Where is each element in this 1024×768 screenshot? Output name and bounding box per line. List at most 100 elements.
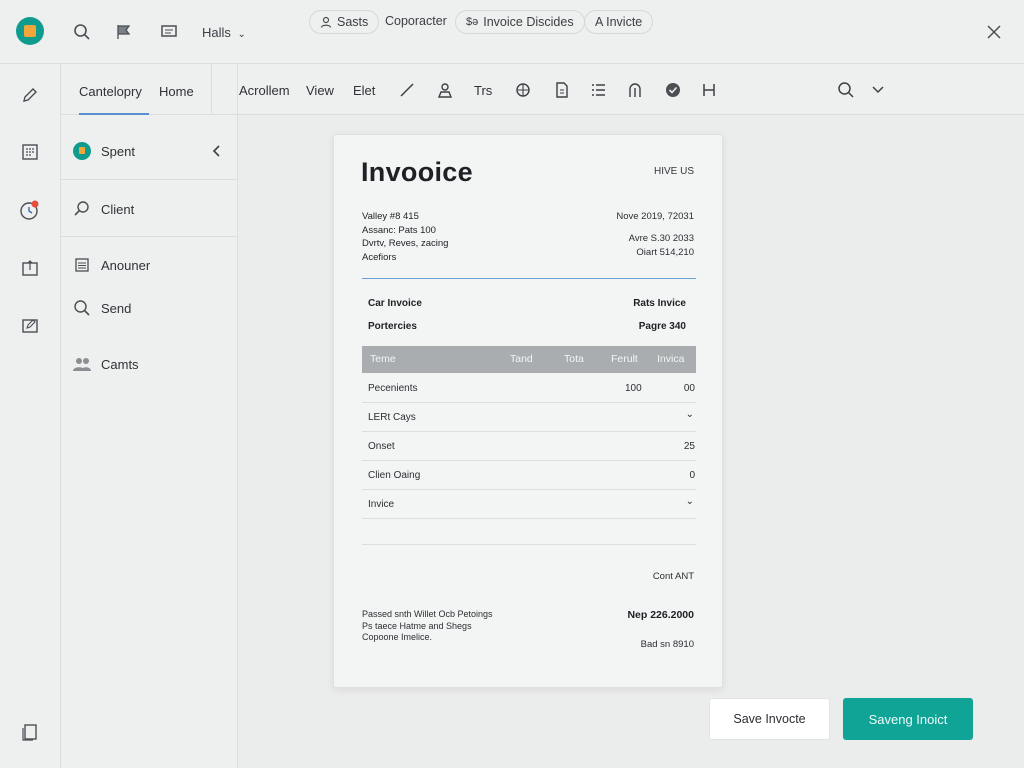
sidebar-item-camts[interactable]: Camts bbox=[61, 350, 238, 378]
table-row[interactable]: Clien Oaing 0 bbox=[362, 461, 696, 490]
cell-name: Pecenients bbox=[368, 383, 418, 394]
toolbar-trs[interactable]: Trs bbox=[474, 83, 492, 98]
address-line: Assanc: Pats 100 bbox=[362, 224, 436, 236]
sidebar-item-label: Spent bbox=[101, 143, 135, 159]
cell-value: 00 bbox=[683, 383, 695, 394]
footer-amount: Bad sn 8910 bbox=[640, 639, 694, 650]
search-icon bbox=[72, 298, 92, 318]
meta-line: Oiart 514,210 bbox=[636, 247, 694, 258]
sidebar-item-label: Anouner bbox=[101, 257, 151, 273]
sidebar-item-anouner[interactable]: Anouner bbox=[61, 251, 238, 279]
cell-name: Onset bbox=[368, 441, 395, 452]
chevron-down-icon[interactable] bbox=[868, 80, 888, 100]
footer-date: Nep 226.2000 bbox=[627, 609, 694, 621]
halls-label: Halls bbox=[202, 25, 231, 40]
table-row[interactable]: Onset 25 bbox=[362, 432, 696, 461]
chevron-down-icon[interactable]: ⌄ bbox=[686, 409, 694, 420]
sidebar-item-label: Send bbox=[101, 300, 132, 316]
column-header: Invica bbox=[657, 353, 685, 365]
save-invoice-button[interactable]: Save Invocte bbox=[709, 698, 830, 740]
app-logo[interactable] bbox=[16, 17, 44, 45]
arch-icon[interactable] bbox=[625, 80, 645, 100]
clock-notification-icon[interactable] bbox=[19, 199, 41, 221]
cont-label: Cont ANT bbox=[652, 571, 694, 582]
flag-icon[interactable] bbox=[114, 22, 134, 42]
icon-rail bbox=[0, 64, 61, 768]
pencil-icon[interactable] bbox=[19, 84, 41, 106]
invoice-row-a: Car Invoice Rats Invice bbox=[368, 298, 686, 309]
column-header: Tota bbox=[564, 353, 584, 365]
footer-line: Passed snth Willet Ocb Petoings bbox=[362, 609, 493, 619]
table-row[interactable]: Invice ⌄ bbox=[362, 490, 696, 519]
cell-name: LERt Cays bbox=[368, 412, 416, 423]
active-tab-indicator bbox=[79, 113, 149, 115]
calendar-icon[interactable] bbox=[19, 141, 41, 163]
table-row[interactable]: LERt Cays ⌄ bbox=[362, 403, 696, 432]
halls-dropdown[interactable]: Halls ⌄ bbox=[202, 25, 246, 40]
person-icon[interactable] bbox=[435, 80, 455, 100]
search-icon[interactable] bbox=[72, 22, 92, 42]
search-icon bbox=[72, 199, 92, 219]
chevron-left-icon[interactable] bbox=[211, 145, 221, 157]
table-row[interactable]: Pecenients 100 00 bbox=[362, 374, 696, 403]
row-b-left: Portercies bbox=[368, 321, 417, 332]
folder-share-icon[interactable] bbox=[19, 257, 41, 279]
tab-cantelopry[interactable]: Cantelopry bbox=[79, 84, 142, 99]
pill-a-invicte[interactable]: A Invicte bbox=[584, 10, 654, 34]
divider bbox=[61, 179, 238, 180]
heading-icon[interactable] bbox=[699, 80, 719, 100]
column-header: Ferult bbox=[611, 353, 638, 365]
footer-line: Ps taece Hatme and Shegs bbox=[362, 620, 472, 631]
row-b-right: Pagre 340 bbox=[638, 321, 686, 332]
invoice-row-b: Portercies Pagre 340 bbox=[368, 321, 686, 332]
top-bar: Halls ⌄ Sasts Coporacter $ə Invoice Disc… bbox=[0, 0, 1024, 64]
chevron-down-icon[interactable]: ⌄ bbox=[686, 496, 694, 507]
pill-invoice-discides[interactable]: $ə Invoice Discides bbox=[455, 10, 585, 34]
document-stack-icon[interactable] bbox=[19, 721, 41, 743]
address-line: Dvrtv, Reves, zacing bbox=[362, 238, 449, 249]
invoice-tag: HIVE US bbox=[653, 166, 694, 177]
row-a-left: Car Invoice bbox=[368, 298, 422, 309]
spent-avatar-icon bbox=[72, 141, 92, 161]
meta-line: Nove 2019, 72031 bbox=[616, 211, 694, 222]
sidebar-item-send[interactable]: Send bbox=[61, 294, 238, 322]
toolbar-acrollem[interactable]: Acrollem bbox=[239, 83, 290, 98]
badge-check-icon[interactable] bbox=[663, 80, 683, 100]
globe-icon[interactable] bbox=[513, 80, 533, 100]
pen-icon[interactable] bbox=[397, 80, 417, 100]
divider bbox=[362, 544, 696, 545]
divider bbox=[362, 278, 696, 279]
close-icon[interactable] bbox=[984, 22, 1004, 42]
pill-label: Sasts bbox=[337, 15, 369, 29]
file-icon[interactable] bbox=[552, 80, 572, 100]
tab-home[interactable]: Home bbox=[159, 84, 194, 99]
footer-line: Copoone Imelice. bbox=[362, 632, 433, 642]
divider bbox=[211, 64, 212, 115]
toolbar-view[interactable]: View bbox=[306, 83, 334, 98]
toolbar-elet[interactable]: Elet bbox=[353, 83, 375, 98]
pill-sasts[interactable]: Sasts bbox=[309, 10, 380, 34]
pill-label: Invoice Discides bbox=[483, 15, 574, 29]
person-icon bbox=[320, 16, 332, 28]
search-icon[interactable] bbox=[836, 80, 856, 100]
sidebar-item-spent[interactable]: Spent bbox=[61, 137, 238, 165]
invoice-address: Valley #8 415 Assanc: Pats 100 Dvrtv, Re… bbox=[362, 210, 448, 264]
editor-toolbar: Acrollem View Elet Trs bbox=[238, 64, 1024, 115]
pill-label: A Invicte bbox=[595, 15, 643, 29]
folder-edit-icon[interactable] bbox=[19, 314, 41, 336]
cell-value: 0 bbox=[689, 470, 695, 481]
sidebar-item-client[interactable]: Client bbox=[61, 195, 238, 223]
secondary-sidebar: Cantelopry Home Spent Client Anouner Sen… bbox=[61, 64, 238, 768]
link-coporacter[interactable]: Coporacter bbox=[385, 14, 447, 28]
panel-tabs: Cantelopry Home bbox=[61, 64, 238, 115]
cell-name: Clien Oaing bbox=[368, 470, 421, 481]
saving-invoice-button[interactable]: Saveng Inoict bbox=[843, 698, 973, 740]
cell-value: 25 bbox=[683, 441, 695, 452]
column-header: Tand bbox=[510, 353, 533, 365]
list-icon[interactable] bbox=[588, 80, 608, 100]
invoice-title: Invooice bbox=[361, 157, 473, 187]
divider bbox=[61, 236, 238, 237]
message-icon[interactable] bbox=[159, 22, 179, 42]
chevron-down-icon: ⌄ bbox=[237, 29, 246, 40]
invoice-meta: Nove 2019, 72031 Avre S.30 2033 Oiart 51… bbox=[616, 210, 694, 260]
